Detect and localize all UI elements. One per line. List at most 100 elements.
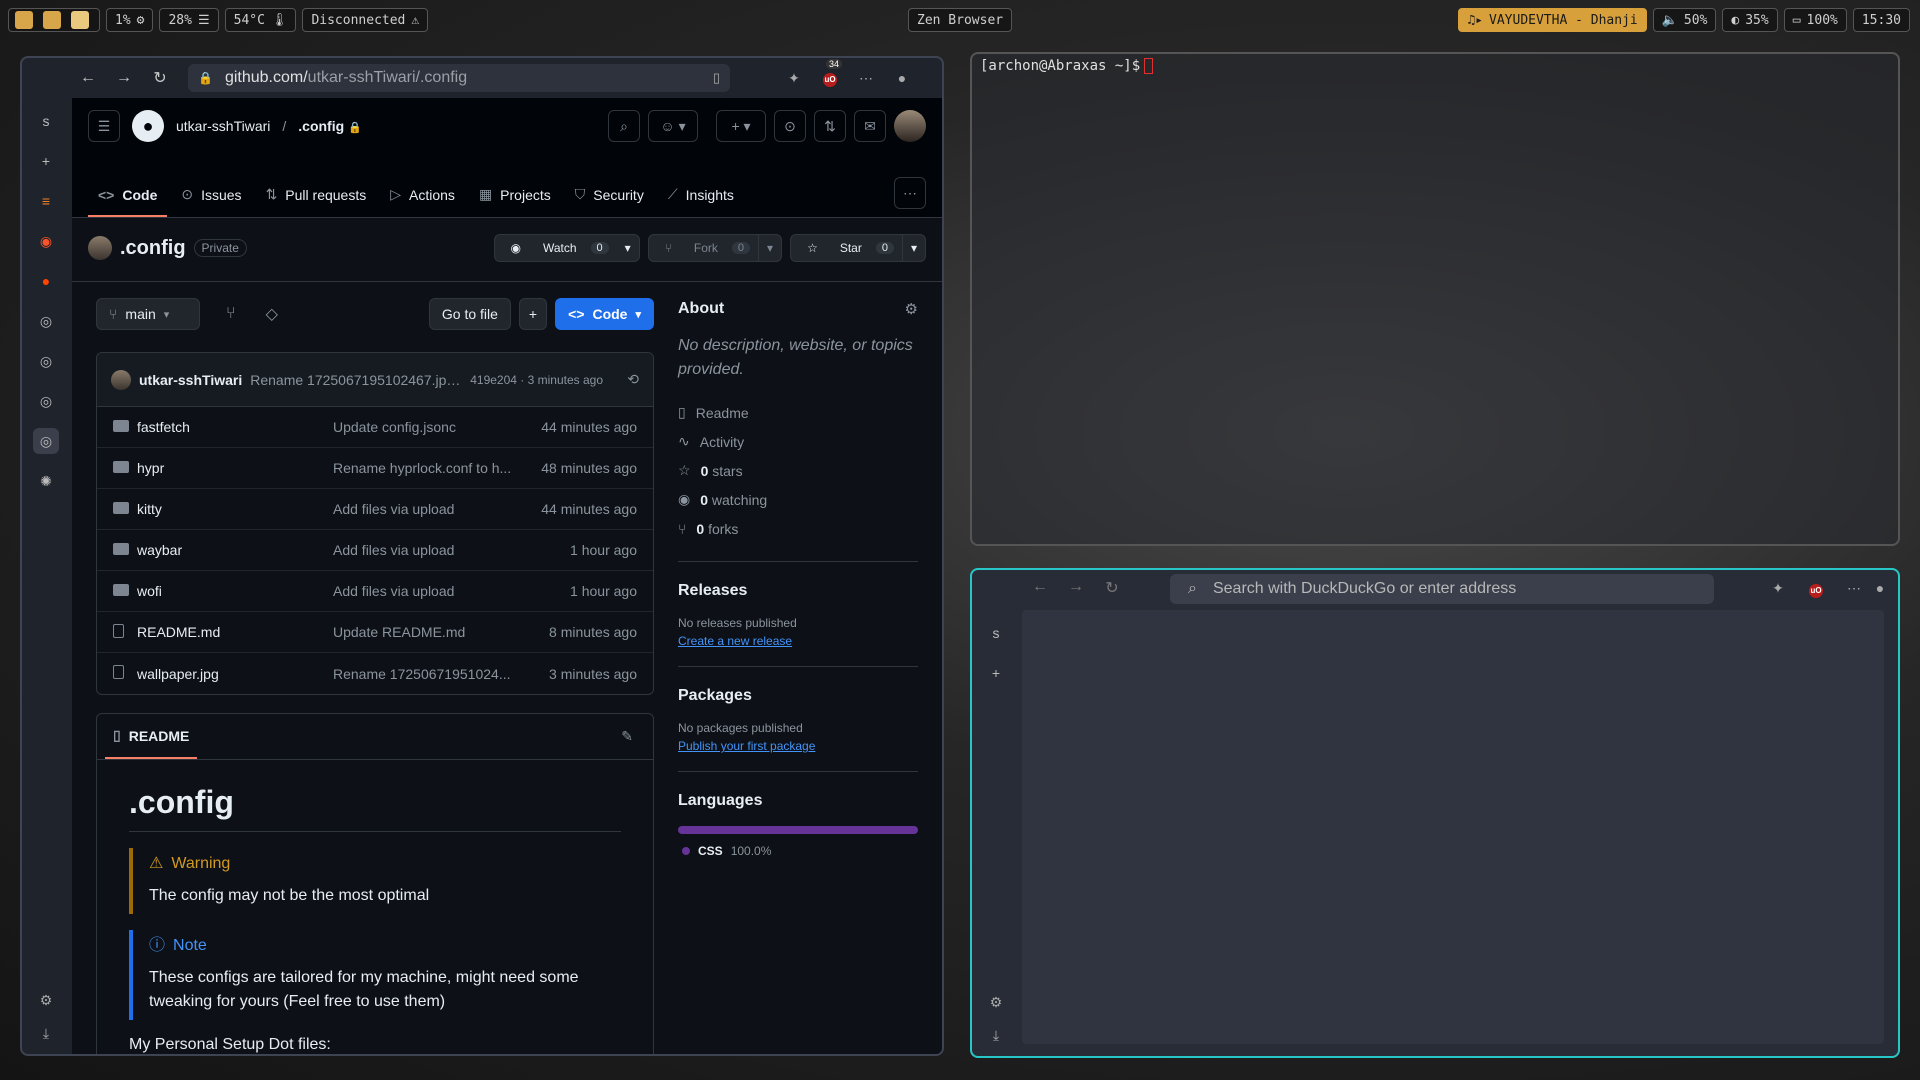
branch-selector[interactable]: ⑂ main ▾	[96, 298, 200, 330]
sidebar-workspace-letter[interactable]: s	[983, 620, 1009, 646]
download-icon[interactable]: ⤓	[993, 1027, 999, 1044]
file-name[interactable]: waybar	[137, 542, 333, 558]
new-tab-icon[interactable]: +	[983, 660, 1009, 686]
file-commit-message[interactable]: Rename hyprlock.conf to h...	[333, 460, 517, 476]
forward-icon[interactable]: →	[106, 69, 142, 87]
watch-button[interactable]: ◉ Watch 0 ▾	[493, 234, 640, 262]
sidebar-workspace-letter[interactable]: s	[33, 108, 59, 134]
workspace-1[interactable]	[15, 11, 33, 29]
url-bar[interactable]: 🔒 github.com/utkar-sshTiwari/.config ▯	[188, 64, 730, 92]
releases-title[interactable]: Releases	[678, 582, 918, 600]
tab-pull-requests[interactable]: ⇅ Pull requests	[256, 186, 377, 217]
watching-link[interactable]: ◉ 0 watching	[678, 485, 918, 514]
brightness-widget[interactable]: ◐ 35%	[1722, 8, 1778, 32]
window-control-icon[interactable]: ●	[1870, 580, 1890, 596]
file-name[interactable]: README.md	[137, 624, 333, 640]
table-row[interactable]: kitty Add files via upload 44 minutes ago	[97, 489, 653, 530]
file-commit-message[interactable]: Rename 17250671951024...	[333, 666, 517, 682]
file-commit-message[interactable]: Update config.jsonc	[333, 419, 517, 435]
chevron-down-icon[interactable]: ▾	[901, 235, 925, 261]
breadcrumb-repo[interactable]: .config 🔒	[298, 118, 361, 134]
reload-icon[interactable]: ↻	[1094, 578, 1130, 598]
reddit-icon[interactable]: ●	[33, 268, 59, 294]
ublock-icon[interactable]: uO 34	[812, 59, 848, 87]
stackoverflow-icon[interactable]: ≡	[33, 188, 59, 214]
search-icon[interactable]: ⌕	[608, 110, 640, 142]
fork-button[interactable]: ⑂ Fork 0 ▾	[647, 234, 783, 262]
packages-title[interactable]: Packages	[678, 687, 918, 705]
forward-icon[interactable]: →	[1058, 578, 1094, 596]
hamburger-menu-icon[interactable]: ☰	[88, 110, 120, 142]
back-icon[interactable]: ←	[70, 69, 106, 87]
menu-icon[interactable]: ⋯	[1836, 580, 1872, 597]
openai-icon[interactable]: ✺	[33, 468, 59, 494]
ublock-icon[interactable]: uO	[1798, 580, 1834, 598]
file-name[interactable]: wallpaper.jpg	[137, 666, 333, 682]
blank-page[interactable]	[1022, 610, 1884, 1044]
tab-security[interactable]: ⛉ Security	[565, 186, 654, 217]
publish-package-link[interactable]: Publish your first package	[678, 739, 918, 753]
volume-widget[interactable]: 🔈 50%	[1652, 8, 1717, 32]
commit-hash-time[interactable]: 419e204 · 3 minutes ago	[470, 373, 603, 387]
extensions-icon[interactable]: ✦	[1760, 580, 1796, 597]
code-download-button[interactable]: <> Code ▾	[555, 298, 654, 330]
window-control-icon[interactable]: ●	[884, 70, 920, 86]
music-widget[interactable]: ♫▸ VAYUDEVTHA - Dhanji	[1458, 8, 1647, 32]
menu-icon[interactable]: ⋯	[848, 70, 884, 87]
file-commit-message[interactable]: Update README.md	[333, 624, 517, 640]
add-file-button[interactable]: +	[518, 298, 548, 330]
table-row[interactable]: hypr Rename hyprlock.conf to h... 48 minut…	[97, 448, 653, 489]
file-commit-message[interactable]: Add files via upload	[333, 542, 517, 558]
tab-insights[interactable]: ⟋ Insights	[658, 186, 744, 217]
table-row[interactable]: wofi Add files via upload 1 hour ago	[97, 571, 653, 612]
github-icon[interactable]: ◎	[33, 308, 59, 334]
settings-icon[interactable]: ⚙	[990, 994, 1003, 1011]
github-icon[interactable]: ◎	[33, 428, 59, 454]
file-name[interactable]: kitty	[137, 501, 333, 517]
file-name[interactable]: wofi	[137, 583, 333, 599]
file-name[interactable]: hypr	[137, 460, 333, 476]
workspace-2[interactable]	[43, 11, 61, 29]
file-commit-message[interactable]: Add files via upload	[333, 501, 517, 517]
language-item[interactable]: CSS 100.0%	[678, 844, 918, 858]
download-icon[interactable]: ⤓	[43, 1025, 49, 1042]
github-icon[interactable]: ◎	[33, 348, 59, 374]
table-row[interactable]: wallpaper.jpg Rename 17250671951024... 3 m…	[97, 653, 653, 694]
readme-link[interactable]: ▯ Readme	[678, 398, 918, 427]
stars-link[interactable]: ☆ 0 stars	[678, 456, 918, 485]
tag-icon[interactable]: ◇	[266, 304, 278, 324]
commit-message[interactable]: Rename 1725067195102467.jpg to wallpaper…	[250, 372, 462, 388]
forks-link[interactable]: ⑂ 0 forks	[678, 514, 918, 543]
breadcrumb-owner[interactable]: utkar-sshTiwari	[176, 118, 270, 134]
workspace-3[interactable]	[71, 11, 89, 29]
tab-code[interactable]: <> Code	[88, 186, 168, 217]
reload-icon[interactable]: ↻	[142, 68, 178, 88]
tab-projects[interactable]: ▦ Projects	[469, 186, 561, 217]
url-bar[interactable]: ⌕ Search with DuckDuckGo or enter addres…	[1170, 574, 1714, 604]
activity-link[interactable]: ∿ Activity	[678, 427, 918, 456]
branches-icon[interactable]: ⑂	[226, 305, 236, 323]
tab-actions[interactable]: ▷ Actions	[380, 186, 465, 217]
avatar[interactable]	[894, 110, 926, 142]
new-tab-icon[interactable]: +	[33, 148, 59, 174]
back-icon[interactable]: ←	[1022, 578, 1058, 596]
file-name[interactable]: fastfetch	[137, 419, 333, 435]
file-commit-message[interactable]: Add files via upload	[333, 583, 517, 599]
go-to-file-button[interactable]: Go to file	[428, 298, 511, 330]
issues-icon[interactable]: ⊙	[774, 110, 806, 142]
brave-icon[interactable]: ◉	[33, 228, 59, 254]
copilot-icon[interactable]: ☺ ▾	[648, 110, 698, 142]
reader-mode-icon[interactable]: ▯	[713, 70, 720, 86]
extensions-icon[interactable]: ✦	[776, 70, 812, 87]
create-new-icon[interactable]: + ▾	[716, 110, 766, 142]
create-release-link[interactable]: Create a new release	[678, 634, 918, 648]
table-row[interactable]: fastfetch Update config.jsonc 44 minutes a…	[97, 407, 653, 448]
more-tabs-icon[interactable]: ⋯	[894, 177, 926, 209]
tab-issues[interactable]: ⊙ Issues	[171, 186, 251, 217]
readme-tab[interactable]: ▯ README	[105, 714, 198, 759]
pencil-icon[interactable]: ✎	[621, 728, 633, 745]
commit-author[interactable]: utkar-sshTiwari	[139, 372, 242, 388]
workspace-switcher[interactable]	[8, 8, 100, 32]
table-row[interactable]: waybar Add files via upload 1 hour ago	[97, 530, 653, 571]
github-logo-icon[interactable]: ●	[132, 110, 164, 142]
